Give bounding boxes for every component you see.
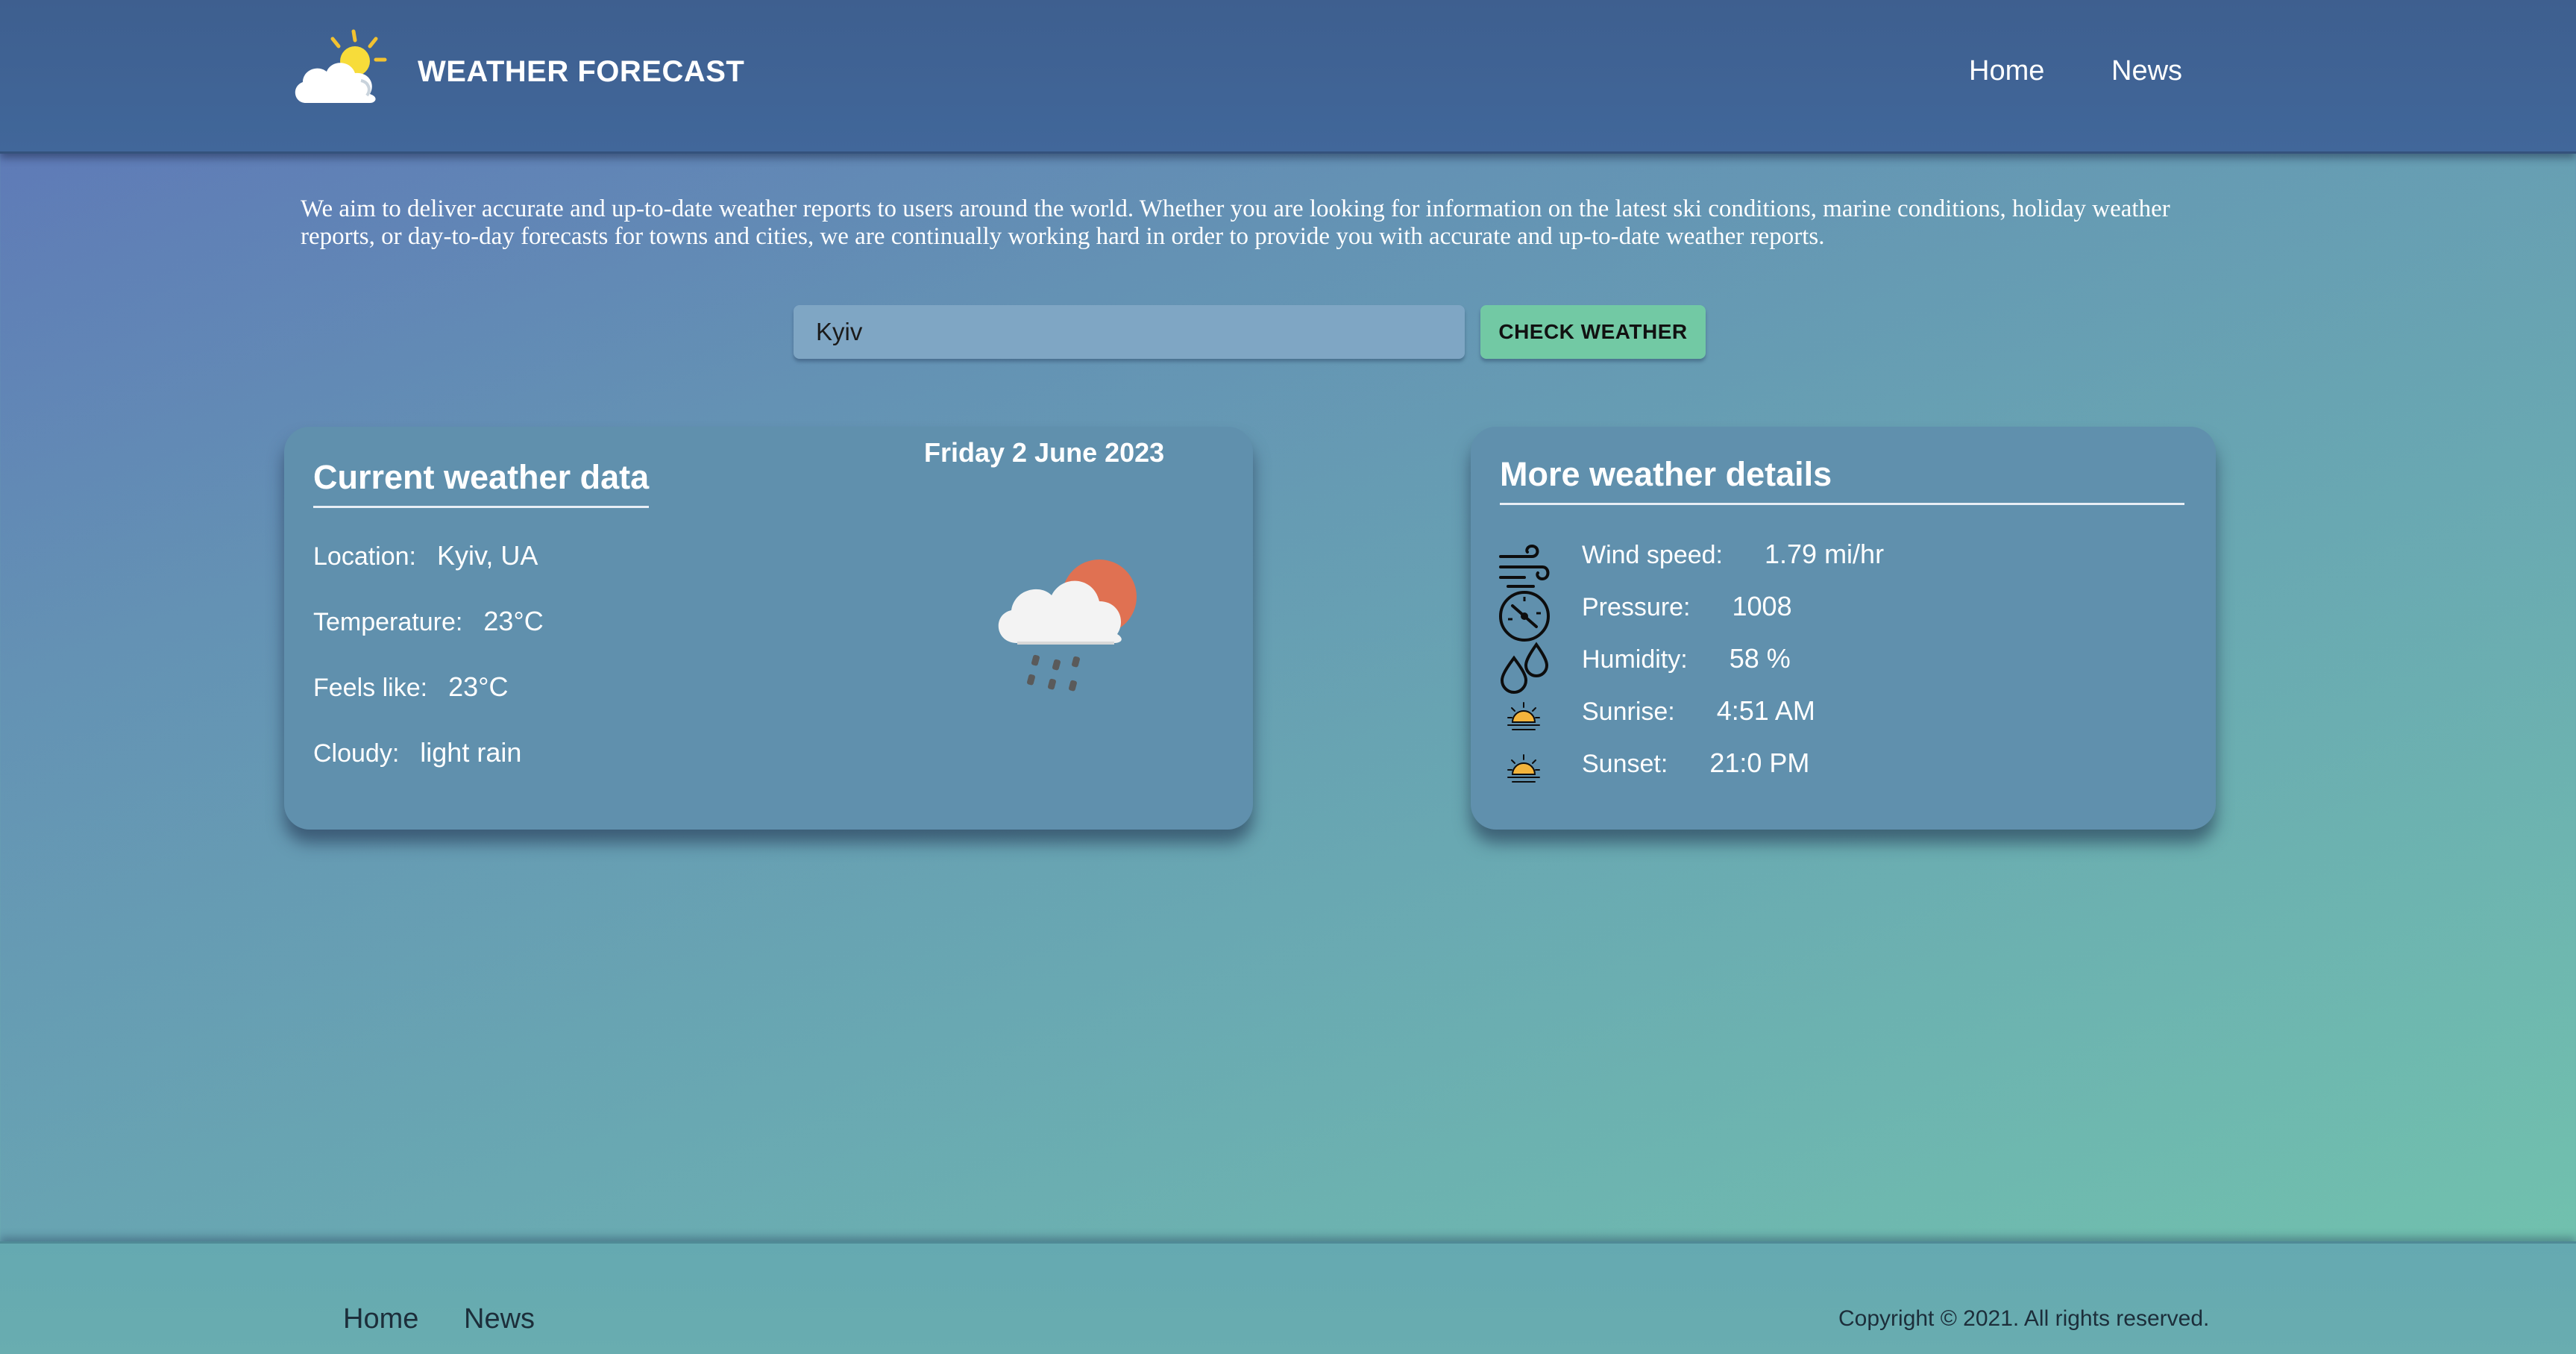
footer: Home News Copyright © 2021. All rights r… bbox=[0, 1241, 2576, 1354]
footer-home-link[interactable]: Home bbox=[343, 1303, 418, 1335]
humidity-row: Humidity: 58 % bbox=[1582, 643, 1791, 674]
sunrise-row: Sunrise: 4:51 AM bbox=[1582, 695, 1815, 727]
feels-like-row: Feels like: 23°C bbox=[313, 671, 509, 703]
location-label: Location: bbox=[313, 542, 416, 571]
cloudy-label: Cloudy: bbox=[313, 739, 400, 768]
sun-cloud-logo-icon[interactable] bbox=[292, 28, 389, 109]
current-weather-card: Friday 2 June 2023 Current weather data … bbox=[284, 427, 1253, 830]
wind-speed-row: Wind speed: 1.79 mi/hr bbox=[1582, 539, 1884, 570]
brand-title: WEATHER FORECAST bbox=[418, 55, 745, 88]
weather-details-title: More weather details bbox=[1500, 455, 2184, 505]
pressure-value: 1008 bbox=[1732, 591, 1792, 621]
temperature-value: 23°C bbox=[483, 606, 544, 636]
nav-news-link[interactable]: News bbox=[2111, 55, 2182, 87]
check-weather-button[interactable]: CHECK WEATHER bbox=[1480, 305, 1706, 359]
sunset-value: 21:0 PM bbox=[1709, 747, 1810, 778]
weather-details-card: More weather details Wind speed: 1.79 mi/… bbox=[1471, 427, 2216, 830]
humidity-value: 58 % bbox=[1729, 643, 1791, 674]
wind-speed-label: Wind speed: bbox=[1582, 541, 1723, 569]
header: WEATHER FORECAST Home News bbox=[0, 0, 2576, 154]
wind-icon bbox=[1499, 544, 1550, 588]
copyright-text: Copyright © 2021. All rights reserved. bbox=[1838, 1306, 2210, 1331]
sunrise-value: 4:51 AM bbox=[1716, 695, 1815, 726]
pressure-label: Pressure: bbox=[1582, 593, 1691, 621]
sunrise-icon bbox=[1507, 702, 1540, 730]
wind-speed-value: 1.79 mi/hr bbox=[1765, 539, 1885, 569]
nav-home-link[interactable]: Home bbox=[1969, 55, 2044, 87]
sunset-icon bbox=[1507, 754, 1540, 783]
current-date: Friday 2 June 2023 bbox=[924, 437, 1165, 468]
pressure-row: Pressure: 1008 bbox=[1582, 591, 1792, 622]
cloudy-value: light rain bbox=[420, 737, 522, 768]
sunrise-label: Sunrise: bbox=[1582, 698, 1675, 726]
temperature-label: Temperature: bbox=[313, 608, 463, 636]
feels-like-label: Feels like: bbox=[313, 674, 428, 702]
footer-news-link[interactable]: News bbox=[464, 1303, 535, 1335]
cloudy-row: Cloudy: light rain bbox=[313, 737, 521, 768]
intro-text: We aim to deliver accurate and up-to-dat… bbox=[301, 195, 2170, 250]
pressure-icon bbox=[1499, 591, 1550, 642]
temperature-row: Temperature: 23°C bbox=[313, 606, 544, 637]
light-rain-icon bbox=[998, 560, 1137, 692]
humidity-label: Humidity: bbox=[1582, 645, 1688, 674]
feels-like-value: 23°C bbox=[448, 671, 509, 702]
humidity-icon bbox=[1500, 642, 1549, 694]
current-weather-title: Current weather data bbox=[313, 458, 650, 508]
location-value: Kyiv, UA bbox=[437, 540, 538, 571]
sunset-row: Sunset: 21:0 PM bbox=[1582, 747, 1809, 779]
location-row: Location: Kyiv, UA bbox=[313, 540, 538, 571]
city-search-input[interactable] bbox=[794, 305, 1465, 359]
sunset-label: Sunset: bbox=[1582, 750, 1668, 778]
